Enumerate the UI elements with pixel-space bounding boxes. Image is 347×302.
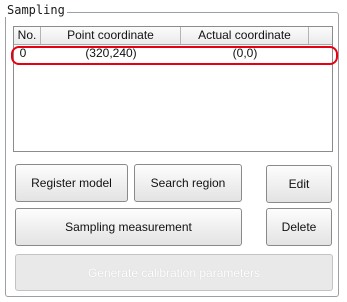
edit-button[interactable]: Edit (266, 165, 332, 203)
column-header-empty (309, 27, 332, 44)
generate-calibration-parameters-button[interactable]: Generate calibration parameters (15, 254, 333, 291)
sampling-group-title: Sampling (5, 3, 67, 17)
sampling-table[interactable]: No. Point coordinate Actual coordinate 0… (13, 26, 333, 152)
column-header-no[interactable]: No. (14, 27, 41, 44)
register-model-button[interactable]: Register model (15, 164, 128, 202)
search-region-button[interactable]: Search region (134, 164, 242, 202)
column-header-actual-coordinate[interactable]: Actual coordinate (181, 27, 309, 44)
sampling-measurement-button[interactable]: Sampling measurement (15, 208, 242, 246)
delete-button[interactable]: Delete (266, 208, 332, 246)
table-header: No. Point coordinate Actual coordinate (14, 27, 332, 45)
selected-row-highlight (11, 46, 338, 65)
column-header-point-coordinate[interactable]: Point coordinate (41, 27, 181, 44)
